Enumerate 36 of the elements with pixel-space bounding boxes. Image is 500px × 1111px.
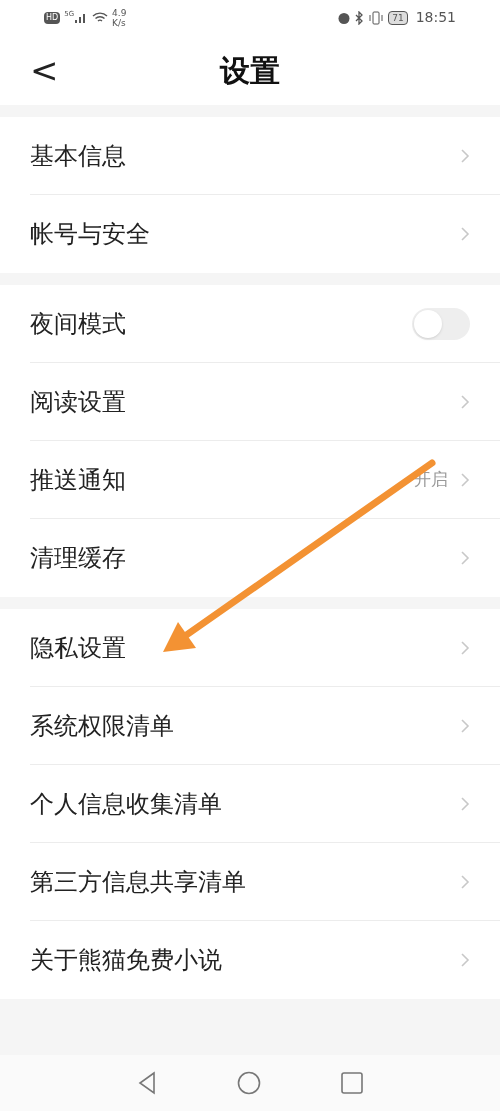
setting-label[interactable]: 关于熊猫免费小说 bbox=[30, 942, 460, 978]
hd-badge: HD bbox=[44, 11, 61, 24]
setting-label[interactable]: 系统权限清单 bbox=[30, 707, 460, 744]
speed-unit: K/s bbox=[112, 17, 127, 28]
setting-label[interactable]: 阅读设置 bbox=[30, 383, 460, 420]
back-button[interactable]: < bbox=[30, 53, 59, 87]
setting-label[interactable]: 基本信息 bbox=[30, 137, 460, 174]
chevron-icon bbox=[460, 952, 470, 968]
setting-label[interactable]: 隐私设置 bbox=[30, 629, 460, 666]
network-speed: 4.9 bbox=[112, 7, 127, 18]
home-icon[interactable] bbox=[237, 1071, 261, 1095]
chevron-icon bbox=[460, 873, 470, 890]
wifi-icon bbox=[92, 11, 109, 24]
setting-label[interactable]: 帐号与安全 bbox=[30, 216, 460, 252]
chevron-icon bbox=[460, 471, 470, 488]
bluetooth-icon bbox=[355, 10, 365, 25]
vibrate-icon bbox=[368, 10, 385, 25]
chevron-icon bbox=[460, 393, 470, 410]
setting-label[interactable]: 个人信息收集清单 bbox=[30, 785, 460, 822]
battery-level: 71 bbox=[388, 10, 408, 25]
page-title: 设置 bbox=[220, 51, 280, 90]
clock-time: 18:51 bbox=[415, 8, 456, 27]
toggle-switch[interactable] bbox=[412, 307, 470, 340]
chevron-icon bbox=[460, 550, 470, 566]
alarm-icon bbox=[337, 10, 352, 25]
chevron-icon bbox=[460, 147, 470, 164]
chevron-icon bbox=[460, 717, 470, 734]
setting-label[interactable]: 清理缓存 bbox=[30, 540, 460, 576]
back-icon[interactable] bbox=[137, 1071, 157, 1095]
chevron-icon bbox=[460, 226, 470, 242]
setting-label[interactable]: 第三方信息共享清单 bbox=[30, 863, 460, 900]
setting-label[interactable]: 推送通知 bbox=[30, 461, 414, 498]
setting-label[interactable]: 夜间模式 bbox=[30, 305, 412, 342]
recents-icon[interactable] bbox=[341, 1072, 363, 1094]
chevron-icon bbox=[460, 795, 470, 812]
chevron-icon bbox=[460, 639, 470, 656]
